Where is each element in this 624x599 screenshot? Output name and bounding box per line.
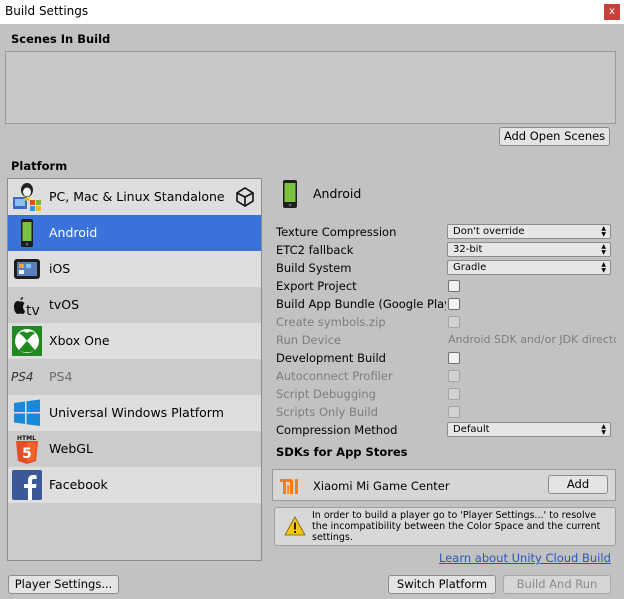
dropdown-value: Don't override <box>453 226 525 237</box>
platform-item-label: PS4 <box>49 369 73 384</box>
compression-method-label: Compression Method <box>276 423 398 437</box>
sdk-name: Xiaomi Mi Game Center <box>313 479 450 493</box>
platform-item-label: Android <box>49 225 98 240</box>
development-build-row: Development Build <box>276 349 616 367</box>
create-symbols-checkbox <box>448 316 460 328</box>
pc-mac-linux-icon <box>13 183 41 211</box>
xiaomi-icon <box>279 477 299 495</box>
platform-item-label: iOS <box>49 261 71 276</box>
close-button[interactable]: x <box>604 4 620 20</box>
platform-item-xbox-one[interactable]: Xbox One <box>8 323 261 359</box>
texture-compression-label: Texture Compression <box>276 225 397 239</box>
scripts-only-build-label: Scripts Only Build <box>276 405 378 419</box>
dropdown-value: Default <box>453 424 490 435</box>
etc2-fallback-dropdown[interactable]: 32-bit ▲ ▼ <box>447 242 611 257</box>
compression-method-row: Compression Method Default ▲ ▼ <box>276 421 616 439</box>
etc2-fallback-label: ETC2 fallback <box>276 243 354 257</box>
platform-item-label: Universal Windows Platform <box>49 405 224 420</box>
autoconnect-profiler-checkbox <box>448 370 460 382</box>
platform-item-uwp[interactable]: Universal Windows Platform <box>8 395 261 431</box>
dropdown-arrow-icon: ▲ ▼ <box>601 261 606 274</box>
warning-icon <box>284 516 306 536</box>
export-project-row: Export Project <box>276 277 616 295</box>
create-symbols-row: Create symbols.zip <box>276 313 616 331</box>
texture-compression-dropdown[interactable]: Don't override ▲ ▼ <box>447 224 611 239</box>
platform-item-label: Facebook <box>49 477 108 492</box>
platform-item-android[interactable]: Android <box>8 215 261 251</box>
build-system-label: Build System <box>276 261 352 275</box>
add-open-scenes-button[interactable]: Add Open Scenes <box>499 127 610 146</box>
dropdown-arrow-icon: ▲ ▼ <box>601 243 606 256</box>
title-bar: Build Settings x <box>0 0 624 24</box>
autoconnect-profiler-row: Autoconnect Profiler <box>276 367 616 385</box>
platform-item-tvos[interactable]: tv tvOS <box>8 287 261 323</box>
platform-item-label: tvOS <box>49 297 80 312</box>
dropdown-value: Gradle <box>453 262 487 273</box>
autoconnect-profiler-label: Autoconnect Profiler <box>276 369 393 383</box>
scripts-only-build-row: Scripts Only Build <box>276 403 616 421</box>
create-symbols-label: Create symbols.zip <box>276 315 386 329</box>
platform-item-label: WebGL <box>49 441 93 456</box>
platform-item-ps4[interactable]: PS4 PS4 <box>8 359 261 395</box>
script-debugging-row: Script Debugging <box>276 385 616 403</box>
android-header-icon <box>283 180 297 208</box>
platform-item-facebook[interactable]: Facebook <box>8 467 261 503</box>
facebook-icon <box>12 470 42 500</box>
run-device-row: Run Device Android SDK and/or JDK direct… <box>276 331 616 349</box>
dropdown-arrow-icon: ▲ ▼ <box>601 225 606 238</box>
warning-text: In order to build a player go to 'Player… <box>312 510 601 543</box>
tvos-icon: tv <box>14 297 40 319</box>
scenes-list[interactable] <box>5 51 616 124</box>
platform-item-label: PC, Mac & Linux Standalone <box>49 189 225 204</box>
player-settings-button[interactable]: Player Settings... <box>8 575 119 594</box>
switch-platform-button[interactable]: Switch Platform <box>388 575 496 594</box>
platform-item-ios[interactable]: iOS <box>8 251 261 287</box>
etc2-fallback-row: ETC2 fallback 32-bit ▲ ▼ <box>276 241 616 259</box>
svg-text:PS4: PS4 <box>11 370 34 384</box>
build-app-bundle-label: Build App Bundle (Google Play) <box>276 297 446 311</box>
compression-method-dropdown[interactable]: Default ▲ ▼ <box>447 422 611 437</box>
ios-icon <box>14 259 40 279</box>
platform-label: Platform <box>11 159 68 173</box>
svg-text:HTML: HTML <box>17 435 36 442</box>
export-project-label: Export Project <box>276 279 357 293</box>
dropdown-value: 32-bit <box>453 244 483 255</box>
add-sdk-button[interactable]: Add <box>548 475 608 494</box>
platform-item-label: Xbox One <box>49 333 110 348</box>
platform-list: PC, Mac & Linux Standalone Android iOS t… <box>7 178 262 561</box>
script-debugging-checkbox <box>448 388 460 400</box>
cloud-build-link[interactable]: Learn about Unity Cloud Build <box>439 551 611 565</box>
warning-box: In order to build a player go to 'Player… <box>274 507 616 546</box>
export-project-checkbox[interactable] <box>448 280 460 292</box>
sdks-label: SDKs for App Stores <box>276 445 408 459</box>
build-and-run-button: Build And Run <box>503 575 611 594</box>
development-build-label: Development Build <box>276 351 386 365</box>
windows-icon <box>14 399 40 426</box>
svg-text:5: 5 <box>22 446 32 462</box>
html5-icon: HTML 5 <box>16 435 38 464</box>
build-system-row: Build System Gradle ▲ ▼ <box>276 259 616 277</box>
development-build-checkbox[interactable] <box>448 352 460 364</box>
platform-item-webgl[interactable]: HTML 5 WebGL <box>8 431 261 467</box>
svg-text:tv: tv <box>26 303 40 319</box>
window-title: Build Settings <box>5 4 89 18</box>
build-settings-window: Scenes In Build Add Open Scenes Platform… <box>0 24 624 599</box>
build-app-bundle-checkbox[interactable] <box>448 298 460 310</box>
dropdown-arrow-icon: ▲ ▼ <box>601 423 606 436</box>
platform-item-standalone[interactable]: PC, Mac & Linux Standalone <box>8 179 261 215</box>
build-app-bundle-row: Build App Bundle (Google Play) <box>276 295 616 313</box>
run-device-value: Android SDK and/or JDK directory not set <box>448 333 616 346</box>
xbox-icon <box>12 326 42 356</box>
scenes-in-build-label: Scenes In Build <box>11 32 111 46</box>
build-system-dropdown[interactable]: Gradle ▲ ▼ <box>447 260 611 275</box>
run-device-label: Run Device <box>276 333 342 347</box>
android-icon <box>21 219 33 247</box>
texture-compression-row: Texture Compression Don't override ▲ ▼ <box>276 223 616 241</box>
ps4-icon: PS4 <box>11 370 34 384</box>
sdk-item: Xiaomi Mi Game Center Add <box>272 469 616 501</box>
scripts-only-build-checkbox <box>448 406 460 418</box>
unity-logo-icon <box>236 187 254 207</box>
script-debugging-label: Script Debugging <box>276 387 376 401</box>
selected-platform-title: Android <box>313 186 362 201</box>
